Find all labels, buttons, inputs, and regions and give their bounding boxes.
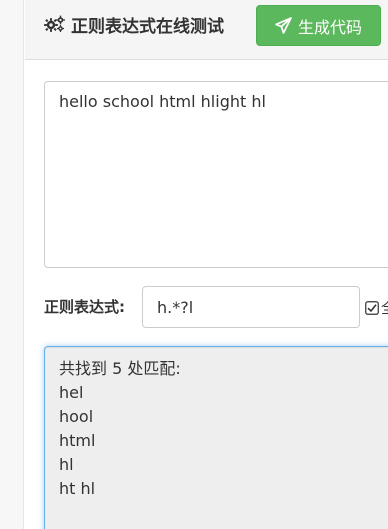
regex-input-value: h.*?l [157,297,194,317]
match-item: hel [59,383,84,402]
regex-input[interactable]: h.*?l [142,286,360,328]
global-checkbox-label: 全 [381,297,388,318]
page-title-text: 正则表达式在线测试 [71,16,224,37]
match-item: html [59,431,96,450]
match-item: hl [59,455,74,474]
regex-test-panel: 正则表达式在线测试 生成代码 hello school html hlight … [25,0,388,529]
match-item: ht hl [59,479,96,498]
generate-code-button[interactable]: 生成代码 [256,5,381,46]
regex-label: 正则表达式: [44,298,125,316]
match-summary: 共找到 5 处匹配: [59,359,181,378]
page-title: 正则表达式在线测试 [44,11,224,37]
global-checkbox[interactable]: 全 [365,297,388,318]
gears-icon [44,15,65,32]
panel-heading: 正则表达式在线测试 生成代码 [25,0,388,60]
test-text-input[interactable]: hello school html hlight hl [44,81,388,268]
match-item: hool [59,407,94,426]
page: 正则表达式在线测试 生成代码 hello school html hlight … [0,0,388,529]
match-result-output[interactable]: 共找到 5 处匹配: hel hool html hl ht hl [44,346,388,529]
checkbox-checked-icon [365,300,379,315]
generate-code-label: 生成代码 [297,17,362,37]
left-gutter [0,0,24,529]
send-icon [275,17,292,34]
